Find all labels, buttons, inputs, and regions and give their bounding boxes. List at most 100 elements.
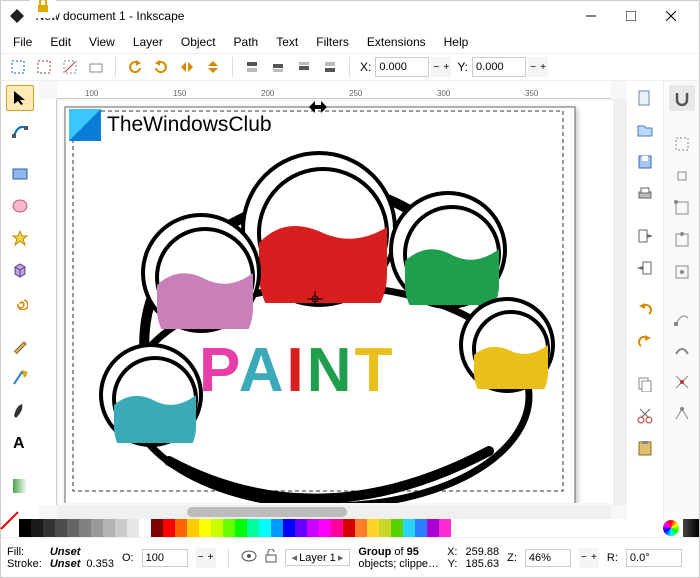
palette-swatch[interactable]	[127, 519, 139, 537]
vertical-scrollbar[interactable]	[613, 99, 627, 505]
save-icon[interactable]	[632, 149, 658, 175]
palette-swatch[interactable]	[295, 519, 307, 537]
spiral-tool[interactable]	[6, 289, 34, 315]
selector-tool[interactable]	[6, 85, 34, 111]
snap-edge-icon[interactable]	[669, 163, 695, 189]
menu-text[interactable]: Text	[268, 33, 306, 51]
copy-icon[interactable]	[632, 371, 658, 397]
bezier-tool[interactable]	[6, 365, 34, 391]
palette-swatch[interactable]	[103, 519, 115, 537]
calligraphy-tool[interactable]	[6, 397, 34, 423]
close-button[interactable]	[651, 1, 691, 31]
palette-swatch[interactable]	[115, 519, 127, 537]
vertical-ruler[interactable]	[39, 99, 57, 505]
palette-swatch[interactable]	[283, 519, 295, 537]
snap-cusp-icon[interactable]	[669, 401, 695, 427]
lock-icon[interactable]	[30, 0, 56, 18]
palette-swatch[interactable]	[19, 519, 31, 537]
resize-handle-top[interactable]	[309, 101, 327, 113]
y-inc[interactable]: +	[538, 57, 548, 77]
print-icon[interactable]	[632, 181, 658, 207]
box3d-tool[interactable]	[6, 257, 34, 283]
rectangle-tool[interactable]	[6, 161, 34, 187]
y-input[interactable]	[472, 57, 526, 77]
snap-node-icon[interactable]	[669, 305, 695, 331]
palette-swatch[interactable]	[31, 519, 43, 537]
star-tool[interactable]	[6, 225, 34, 251]
lower-bottom-icon[interactable]	[319, 56, 341, 78]
x-inc[interactable]: +	[441, 57, 451, 77]
rotate-ccw-icon[interactable]	[124, 56, 146, 78]
deselect-icon[interactable]	[59, 56, 81, 78]
fill-value[interactable]: Unset	[50, 546, 81, 558]
x-input[interactable]	[375, 57, 429, 77]
palette-swatch[interactable]	[331, 519, 343, 537]
zoom-input[interactable]	[525, 549, 571, 567]
select-layers-icon[interactable]	[33, 56, 55, 78]
palette-swatch[interactable]	[319, 519, 331, 537]
palette-swatch[interactable]	[355, 519, 367, 537]
palette-swatch[interactable]	[367, 519, 379, 537]
palette-swatch[interactable]	[79, 519, 91, 537]
layer-selector[interactable]: ◂ Layer 1 ▸	[285, 549, 351, 566]
snap-bbox-icon[interactable]	[669, 131, 695, 157]
stroke-value[interactable]: Unset	[50, 558, 81, 570]
new-doc-icon[interactable]	[632, 85, 658, 111]
palette-swatch[interactable]	[151, 519, 163, 537]
palette-swatch[interactable]	[43, 519, 55, 537]
palette-swatch[interactable]	[163, 519, 175, 537]
palette-swatch[interactable]	[307, 519, 319, 537]
rotation-input[interactable]	[626, 549, 682, 567]
menu-path[interactable]: Path	[226, 33, 267, 51]
palette-swatch[interactable]	[391, 519, 403, 537]
menu-view[interactable]: View	[81, 33, 123, 51]
snap-path-icon[interactable]	[669, 337, 695, 363]
import-icon[interactable]	[632, 223, 658, 249]
text-tool[interactable]: A	[6, 429, 34, 455]
palette-swatch[interactable]	[439, 519, 451, 537]
palette-swatch[interactable]	[235, 519, 247, 537]
horizontal-ruler[interactable]: 100 150 200 250 300 350	[57, 81, 611, 99]
pencil-tool[interactable]	[6, 333, 34, 359]
snap-intersect-icon[interactable]	[669, 369, 695, 395]
palette-swatch[interactable]	[403, 519, 415, 537]
palette-swatch[interactable]	[271, 519, 283, 537]
snap-toggle-icon[interactable]	[669, 85, 695, 111]
palette-swatch[interactable]	[139, 519, 151, 537]
horizontal-scrollbar[interactable]	[57, 505, 611, 519]
snap-corner-icon[interactable]	[669, 195, 695, 221]
rotate-cw-icon[interactable]	[150, 56, 172, 78]
redo-icon[interactable]	[632, 329, 658, 355]
palette-swatch[interactable]	[55, 519, 67, 537]
palette-swatch[interactable]	[175, 519, 187, 537]
menu-file[interactable]: File	[5, 33, 40, 51]
node-tool[interactable]	[6, 117, 34, 143]
menu-object[interactable]: Object	[173, 33, 224, 51]
snap-center-icon[interactable]	[669, 259, 695, 285]
menu-help[interactable]: Help	[436, 33, 477, 51]
snap-midpoint-icon[interactable]	[669, 227, 695, 253]
palette-swatch[interactable]	[187, 519, 199, 537]
gradient-tool[interactable]	[6, 473, 34, 499]
menu-edit[interactable]: Edit	[42, 33, 79, 51]
select-all-icon[interactable]	[7, 56, 29, 78]
palette-swatch[interactable]	[343, 519, 355, 537]
palette-swatch[interactable]	[199, 519, 211, 537]
y-dec[interactable]: −	[528, 57, 538, 77]
color-wheel-icon[interactable]	[663, 520, 679, 536]
visibility-icon[interactable]	[241, 549, 257, 566]
palette-swatch[interactable]	[427, 519, 439, 537]
undo-icon[interactable]	[632, 297, 658, 323]
palette-swatch[interactable]	[91, 519, 103, 537]
palette-swatch[interactable]	[211, 519, 223, 537]
maximize-button[interactable]	[611, 1, 651, 31]
palette-swatch[interactable]	[259, 519, 271, 537]
flip-h-icon[interactable]	[176, 56, 198, 78]
palette-swatch[interactable]	[379, 519, 391, 537]
palette-swatch[interactable]	[247, 519, 259, 537]
minimize-button[interactable]	[571, 1, 611, 31]
canvas[interactable]: TheWindowsClub PAINT	[59, 101, 613, 503]
open-icon[interactable]	[632, 117, 658, 143]
menu-extensions[interactable]: Extensions	[359, 33, 434, 51]
raise-icon[interactable]	[267, 56, 289, 78]
